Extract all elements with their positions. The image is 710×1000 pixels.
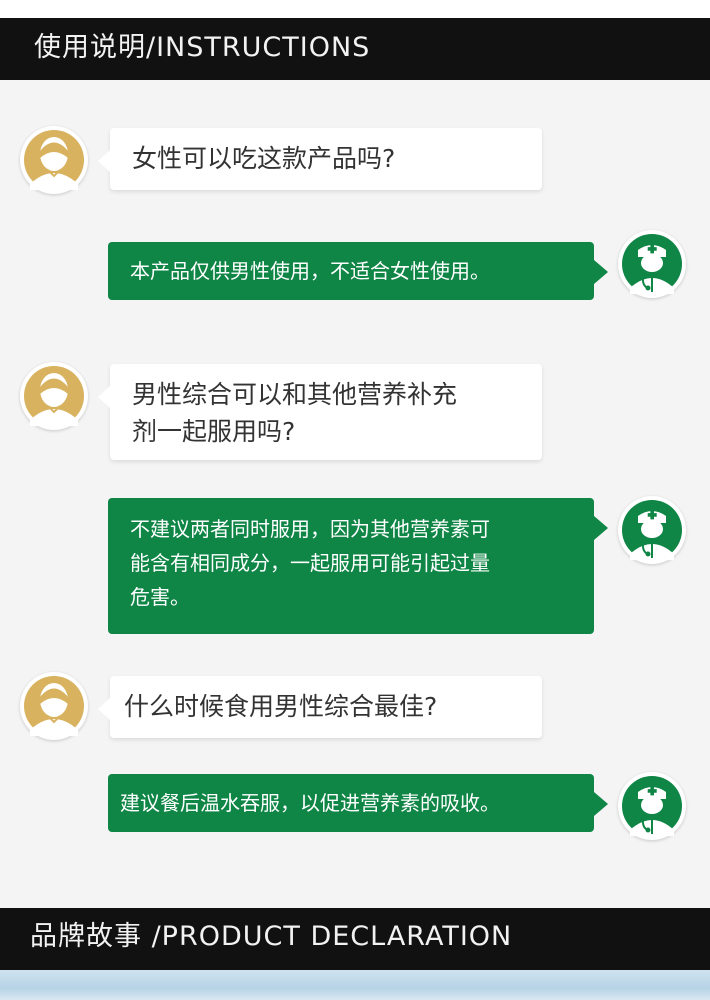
question-line: 剂一起服用吗? xyxy=(132,417,296,446)
answer-bubble: 不建议两者同时服用，因为其他营养素可 能含有相同成分，一起服用可能引起过量 危害… xyxy=(108,498,608,634)
section-title: 使用说明/INSTRUCTIONS xyxy=(34,32,371,63)
declaration-header: 品牌故事 /PRODUCT DECLARATION xyxy=(0,908,710,970)
question-text: 什么时候食用男性综合最佳? xyxy=(124,692,438,721)
doctor-avatar-icon xyxy=(618,496,686,564)
woman-avatar-icon xyxy=(20,672,88,740)
question-text: 女性可以吃这款产品吗? xyxy=(132,144,396,173)
woman-avatar-icon xyxy=(20,126,88,194)
answer-bubble: 本产品仅供男性使用，不适合女性使用。 xyxy=(108,242,608,300)
question-bubble: 女性可以吃这款产品吗? xyxy=(98,128,542,190)
answer-text: 本产品仅供男性使用，不适合女性使用。 xyxy=(130,259,490,283)
answer-bubble: 建议餐后温水吞服，以促进营养素的吸收。 xyxy=(108,774,608,832)
doctor-avatar-icon xyxy=(618,230,686,298)
doctor-avatar-icon xyxy=(618,772,686,840)
faq-panel: 女性可以吃这款产品吗? 本产品仅供男性使用，不适合女性使用。 男性综合可以和其他… xyxy=(0,80,710,908)
top-margin xyxy=(0,0,710,18)
question-bubble: 男性综合可以和其他营养补充 剂一起服用吗? xyxy=(98,364,542,460)
instructions-header: 使用说明/INSTRUCTIONS xyxy=(0,18,710,80)
question-line: 男性综合可以和其他营养补充 xyxy=(132,380,458,409)
sky-photo-strip xyxy=(0,970,710,1000)
answer-line: 不建议两者同时服用，因为其他营养素可 xyxy=(130,517,490,541)
answer-line: 能含有相同成分，一起服用可能引起过量 xyxy=(130,551,490,575)
question-bubble: 什么时候食用男性综合最佳? xyxy=(98,676,542,738)
section-title: 品牌故事 /PRODUCT DECLARATION xyxy=(30,921,513,952)
answer-text: 建议餐后温水吞服，以促进营养素的吸收。 xyxy=(120,791,500,815)
answer-line: 危害。 xyxy=(130,585,190,609)
woman-avatar-icon xyxy=(20,362,88,430)
